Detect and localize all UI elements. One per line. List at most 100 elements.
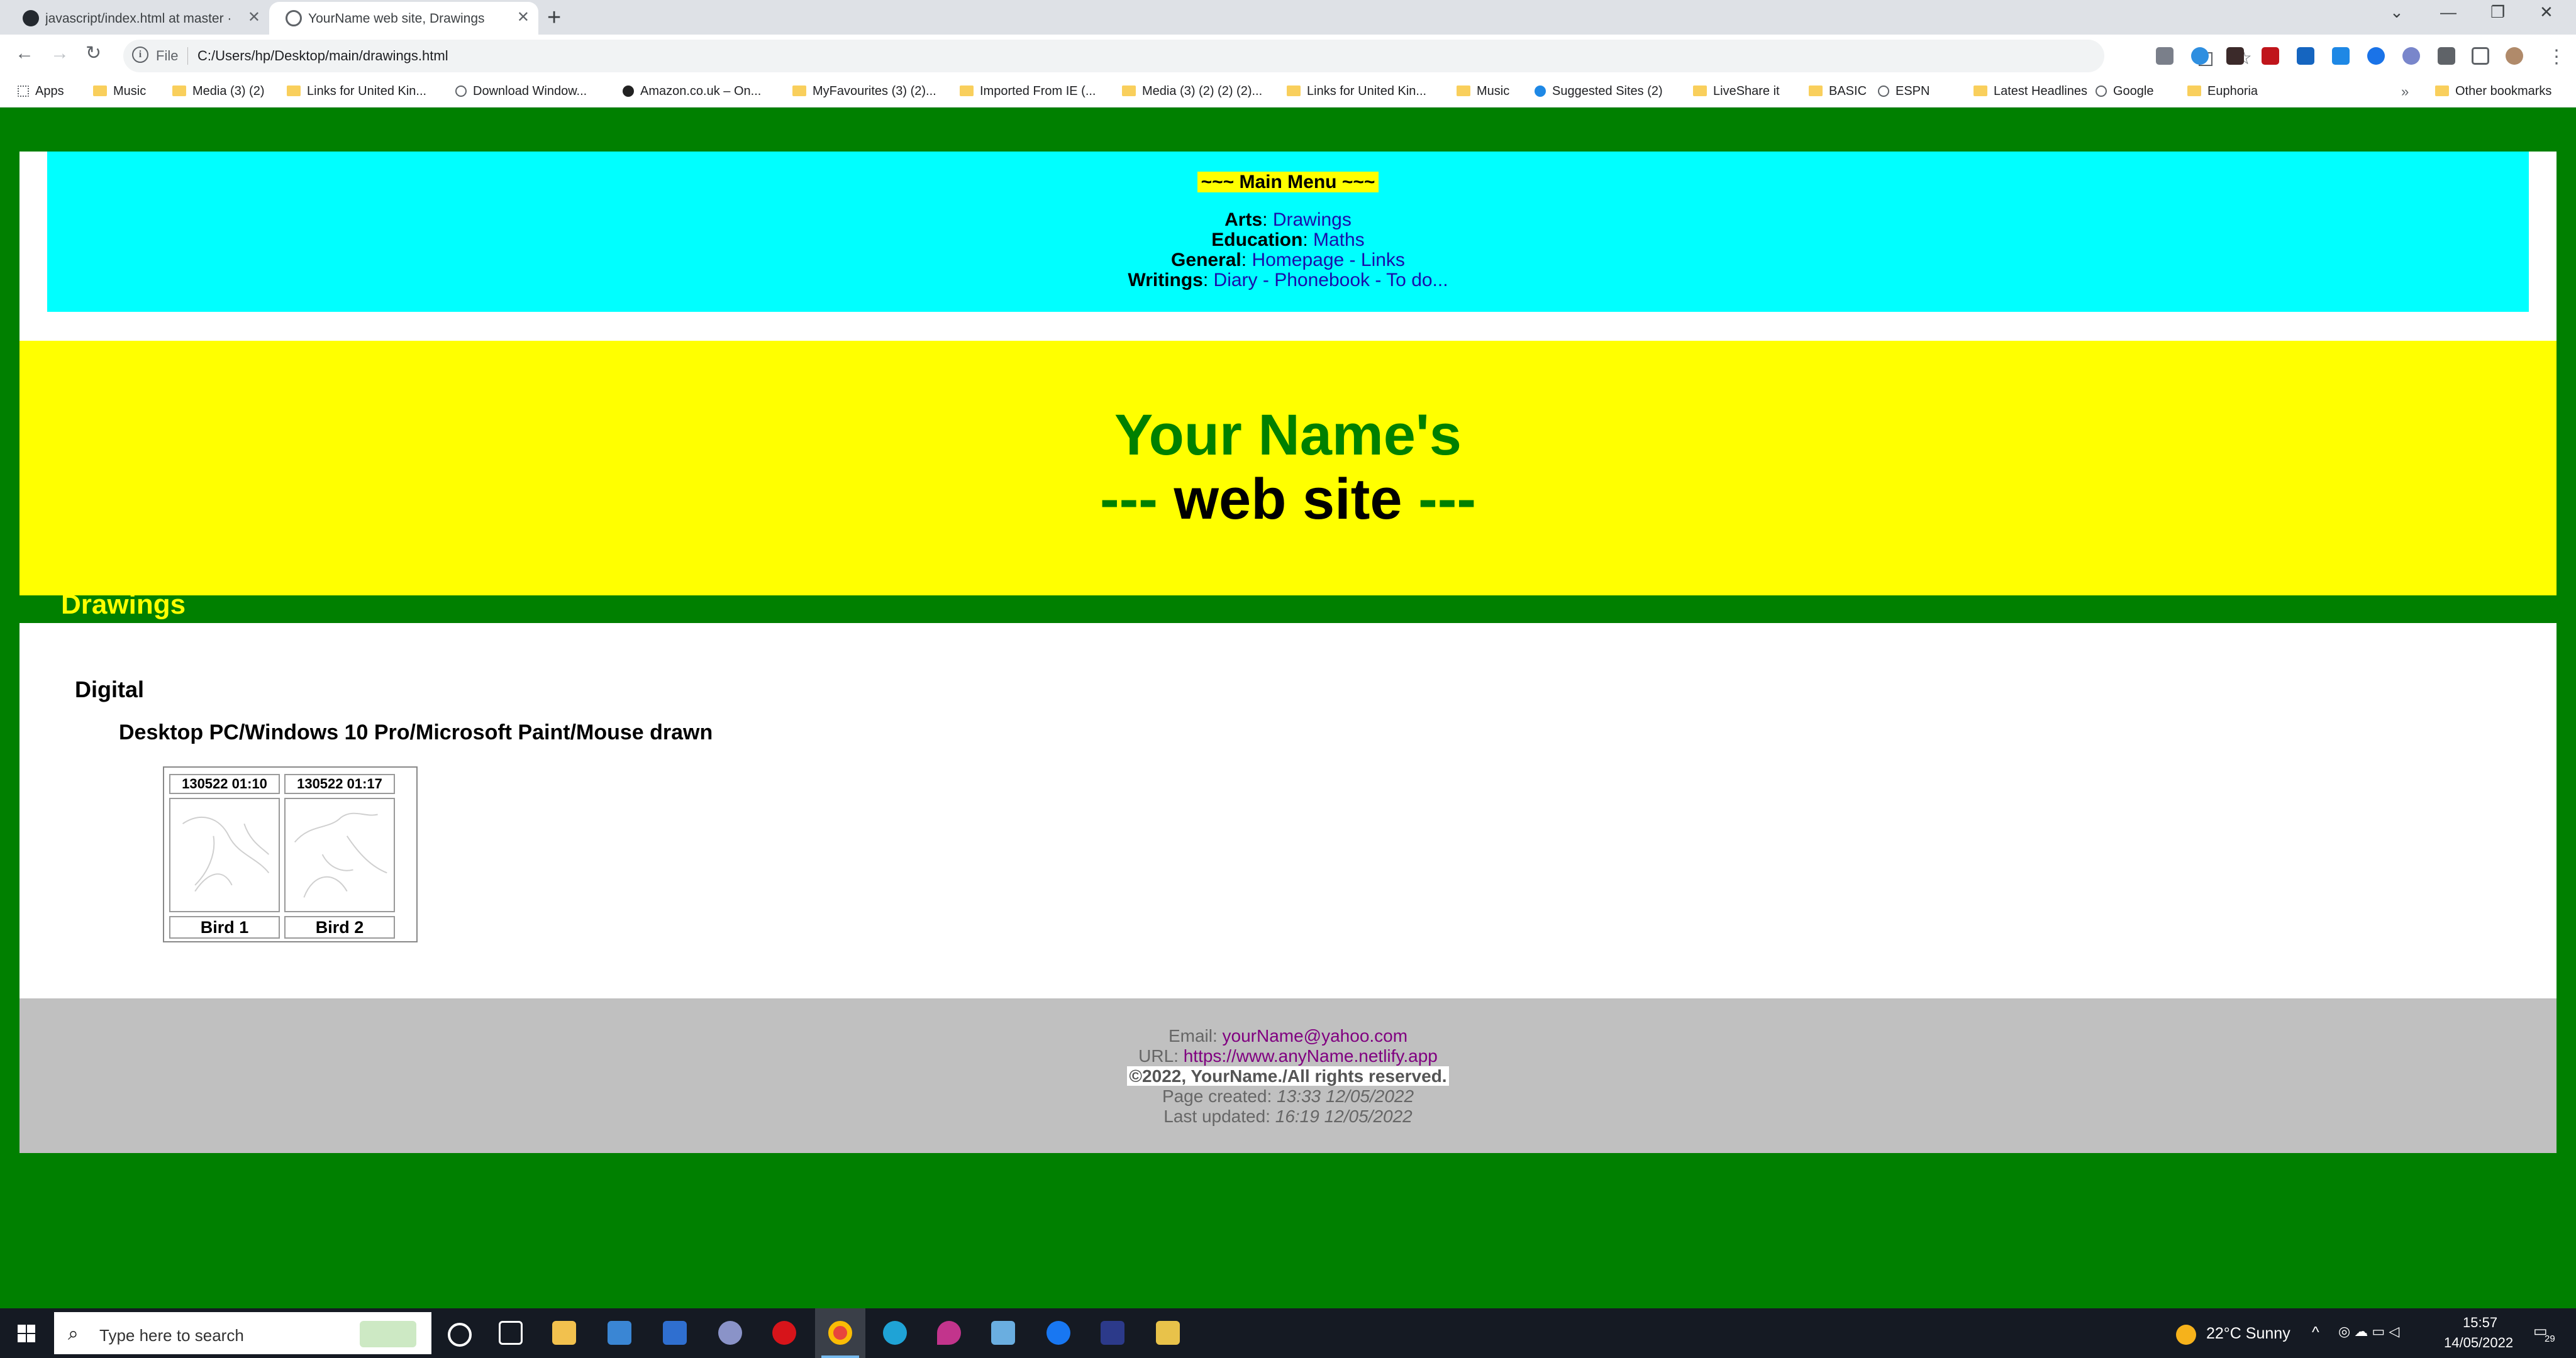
more-menu-icon[interactable]: ⋮ (2547, 47, 2566, 67)
content-area: Digital Desktop PC/Windows 10 Pro/Micros… (19, 623, 2557, 998)
footer-email: Email: yourName@yahoo.com (1168, 1026, 1408, 1046)
folder-icon (960, 86, 974, 96)
avatar[interactable] (2506, 47, 2523, 65)
footer-url: URL: https://www.anyName.netlify.app (1138, 1046, 1438, 1066)
taskbar-search-box[interactable]: ⌕ Type here to search (54, 1312, 431, 1354)
clock-time[interactable]: 15:57 (2463, 1315, 2497, 1331)
menu-link-drawings[interactable]: Drawings (1273, 209, 1352, 230)
app-winamp-icon[interactable] (1156, 1321, 1180, 1345)
url-text[interactable]: C:/Users/hp/Desktop/main/drawings.html (197, 48, 448, 64)
bookmark-item[interactable]: ESPN (1878, 84, 1929, 99)
menu-row-education: Education: Maths (1211, 229, 1365, 250)
reload-icon[interactable]: ↻ (86, 43, 101, 63)
bookmark-item[interactable]: Music (1457, 84, 1509, 99)
extension-p-icon[interactable] (2297, 47, 2314, 65)
bookmark-item[interactable]: Euphoria (2187, 84, 2258, 99)
bookmark-item[interactable]: Google (2096, 84, 2154, 99)
menu-row-arts: Arts: Drawings (1224, 209, 1352, 230)
folder-icon (792, 86, 806, 96)
menu-link-diary[interactable]: Diary (1214, 270, 1258, 290)
minimize-button[interactable]: — (2440, 3, 2457, 22)
weather-text[interactable]: 22°C Sunny (2206, 1325, 2290, 1343)
folder-icon (172, 86, 186, 96)
mail-icon[interactable] (663, 1321, 687, 1345)
edge-icon[interactable] (883, 1321, 907, 1345)
bookmark-item[interactable]: Links for United Kin... (287, 84, 426, 99)
bookmark-item[interactable]: Imported From IE (... (960, 84, 1096, 99)
bookmark-item[interactable]: Music (93, 84, 146, 99)
tab-drawings[interactable]: YourName web site, Drawings ✕ (269, 2, 538, 35)
facebook-icon[interactable] (1046, 1321, 1070, 1345)
bookmark-item[interactable]: Amazon.co.uk – On... (623, 84, 761, 99)
folder-icon (1122, 86, 1136, 96)
file-explorer-icon[interactable] (552, 1321, 576, 1345)
close-icon[interactable]: ✕ (517, 10, 530, 25)
bookmark-label: MyFavourites (3) (2)... (813, 84, 936, 98)
chrome-icon[interactable] (828, 1321, 852, 1345)
email-link[interactable]: yourName@yahoo.com (1223, 1026, 1408, 1046)
back-arrow-icon[interactable]: ← (15, 43, 34, 63)
restore-button[interactable]: ❐ (2490, 3, 2505, 22)
tab-search-icon[interactable]: ⌄ (2390, 3, 2404, 22)
extensions-puzzle-icon[interactable] (2438, 47, 2455, 65)
extension-vee-icon[interactable] (2156, 47, 2174, 65)
extension-dark-icon[interactable] (2226, 47, 2244, 65)
qb64-icon[interactable] (1101, 1321, 1124, 1345)
cloud-icon[interactable] (2191, 47, 2209, 65)
extension-p2-icon[interactable] (2332, 47, 2350, 65)
store-icon[interactable] (608, 1321, 631, 1345)
bookmark-label: Links for United Kin... (1307, 84, 1427, 98)
menu-link-to-do[interactable]: To do... (1386, 270, 1448, 290)
menu-link-maths[interactable]: Maths (1313, 229, 1365, 250)
opera-icon[interactable] (772, 1321, 796, 1345)
site-url-link[interactable]: https://www.anyName.netlify.app (1184, 1046, 1438, 1066)
side-panel-icon[interactable] (2472, 47, 2489, 65)
address-bar[interactable]: i File C:/Users/hp/Desktop/main/drawings… (123, 40, 2252, 72)
bookmark-item[interactable]: Apps (18, 84, 64, 99)
bookmark-label: Google (2113, 84, 2154, 98)
bird-2-image[interactable] (284, 798, 395, 912)
ublock-icon[interactable] (2262, 47, 2279, 65)
bookmarks-overflow-button[interactable]: » (2401, 84, 2409, 100)
bookmark-item[interactable]: Suggested Sites (2) (1535, 84, 1663, 99)
bookmark-item[interactable]: Media (3) (2) (172, 84, 264, 99)
menu-link-links[interactable]: Links (1361, 250, 1405, 270)
drawing-date: 130522 01:17 (284, 774, 395, 794)
extension-gear-icon[interactable] (2402, 47, 2420, 65)
bookmark-item[interactable]: Latest Headlines (1974, 84, 2087, 99)
bookmark-item[interactable]: BASIC (1809, 84, 1867, 99)
bookmark-label: Music (1477, 84, 1510, 98)
new-tab-button[interactable]: + (547, 5, 561, 30)
bird-1-image[interactable] (169, 798, 280, 912)
menu-link-homepage[interactable]: Homepage (1252, 250, 1344, 270)
window-close-button[interactable]: ✕ (2540, 3, 2553, 22)
menu-separator: - (1344, 250, 1361, 270)
paint-icon[interactable] (937, 1321, 961, 1345)
menu-link-phonebook[interactable]: Phonebook (1274, 270, 1370, 290)
tray-chevron-icon[interactable]: ^ (2312, 1323, 2319, 1342)
extension-b-icon[interactable] (2367, 47, 2385, 65)
tab-github[interactable]: javascript/index.html at master · j ✕ (6, 2, 269, 35)
other-bookmarks[interactable]: Other bookmarks (2435, 84, 2551, 99)
folder-icon (1287, 86, 1301, 96)
clock-date[interactable]: 14/05/2022 (2444, 1335, 2513, 1351)
forward-arrow-icon[interactable]: → (50, 43, 69, 63)
cortana-icon[interactable] (448, 1323, 472, 1347)
bookmark-item[interactable]: Download Window... (455, 84, 587, 99)
folder-icon (2435, 86, 2449, 96)
close-icon[interactable]: ✕ (248, 10, 260, 25)
bookmark-item[interactable]: MyFavourites (3) (2)... (792, 84, 936, 99)
windows-start-icon[interactable] (18, 1325, 35, 1342)
bookmark-item[interactable]: LiveShare it (1693, 84, 1780, 99)
bookmarks-bar: Apps Music Media (3) (2) Links for United K… (0, 79, 2576, 108)
task-view-icon[interactable] (499, 1321, 523, 1345)
notepad-icon[interactable] (991, 1321, 1015, 1345)
bookmark-label: ESPN (1896, 84, 1930, 98)
bookmark-label: Media (3) (2) (192, 84, 265, 98)
system-tray-icons[interactable]: ◎ ☁ ▭ ◁ (2338, 1323, 2399, 1340)
info-icon[interactable]: i (132, 47, 148, 63)
bookmark-item[interactable]: Media (3) (2) (2) (2)... (1122, 84, 1262, 99)
bookmark-item[interactable]: Links for United Kin... (1287, 84, 1426, 99)
menu-category-label: Writings (1128, 270, 1203, 290)
app-icon[interactable] (718, 1321, 742, 1345)
